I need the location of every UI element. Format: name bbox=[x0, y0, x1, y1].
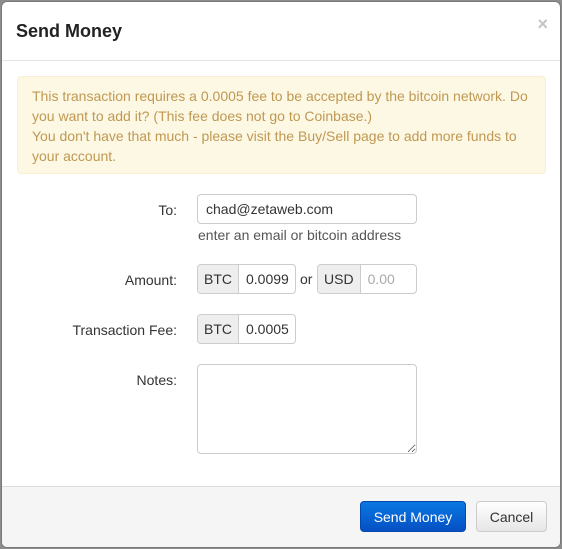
modal-footer: Send Money Cancel bbox=[2, 486, 560, 547]
fee-warning-alert: This transaction requires a 0.0005 fee t… bbox=[17, 76, 546, 174]
cancel-button[interactable]: Cancel bbox=[476, 501, 547, 532]
to-help-text: enter an email or bitcoin address bbox=[198, 227, 402, 243]
notes-textarea[interactable] bbox=[197, 364, 417, 454]
alert-fee-text: This transaction requires a 0.0005 fee t… bbox=[32, 88, 528, 124]
alert-balance-text: You don't have that much - please visit … bbox=[32, 128, 517, 164]
notes-label: Notes: bbox=[136, 372, 177, 388]
send-money-modal: Send Money × This transaction requires a… bbox=[1, 1, 561, 548]
usd-amount-input[interactable] bbox=[360, 265, 416, 293]
modal-title: Send Money bbox=[16, 21, 123, 41]
or-text: or bbox=[300, 271, 313, 287]
btc-amount-input[interactable] bbox=[239, 265, 295, 293]
close-icon[interactable]: × bbox=[537, 14, 548, 34]
to-label: To: bbox=[158, 202, 177, 218]
fee-label: Transaction Fee: bbox=[72, 322, 177, 338]
fee-btc-addon: BTC bbox=[198, 315, 239, 343]
usd-addon: USD bbox=[318, 265, 361, 293]
send-money-button[interactable]: Send Money bbox=[360, 501, 466, 532]
btc-amount-group: BTC bbox=[197, 264, 296, 294]
modal-header: Send Money × bbox=[2, 2, 560, 61]
amount-label: Amount: bbox=[124, 272, 177, 288]
fee-group: BTC bbox=[197, 314, 296, 344]
fee-input[interactable] bbox=[239, 315, 295, 343]
btc-addon: BTC bbox=[198, 265, 239, 293]
usd-amount-group: USD bbox=[317, 264, 417, 294]
to-input[interactable] bbox=[197, 194, 417, 224]
